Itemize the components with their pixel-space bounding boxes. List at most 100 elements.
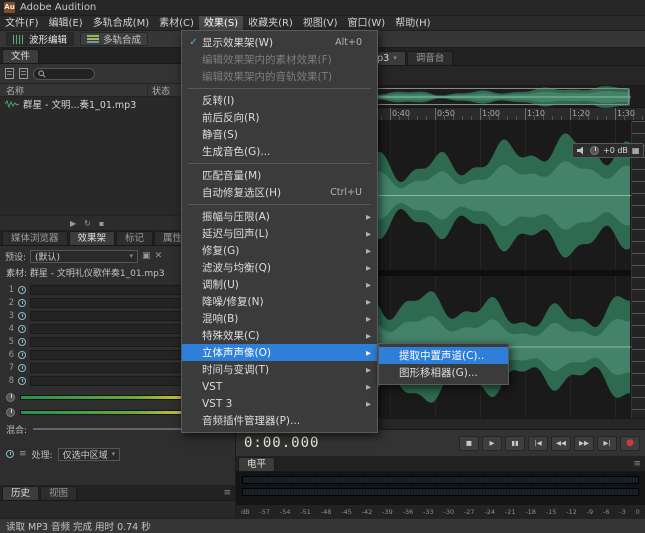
menu-item-label: 立体声声像(O) (202, 345, 354, 360)
effect-power-icon[interactable] (18, 364, 26, 372)
preview-play-icon[interactable]: ▶ (70, 219, 76, 228)
effect-power-icon[interactable] (18, 325, 26, 333)
titlebar: Au Adobe Audition (0, 0, 645, 16)
levels-panel-tabs: 电平 ≡ (236, 456, 645, 472)
play-button[interactable]: ▶ (482, 436, 502, 451)
preset-select[interactable]: (默认) ▾ (30, 250, 138, 263)
stop-button[interactable]: ■ (459, 436, 479, 451)
menubar-item-4[interactable]: 素材(C) (154, 16, 199, 31)
effects-menu-item[interactable]: 生成音色(G)... (182, 143, 377, 160)
amplitude-ruler[interactable] (631, 121, 645, 418)
effect-slot-number: 8 (4, 376, 14, 386)
menubar-item-7[interactable]: 视图(V) (298, 16, 343, 31)
effect-power-icon[interactable] (18, 286, 26, 294)
db-scale-label: -12 (566, 508, 577, 516)
menubar-item-3[interactable]: 多轨合成(M) (88, 16, 154, 31)
effect-power-icon[interactable] (18, 377, 26, 385)
effects-menu-item[interactable]: 反转(I) (182, 92, 377, 109)
search-input[interactable] (33, 68, 95, 80)
rack-power-icon[interactable] (6, 450, 14, 458)
tab-levels[interactable]: 电平 (238, 457, 275, 471)
tab-files[interactable]: 文件 (2, 49, 39, 63)
tab-效果架[interactable]: 效果架 (69, 231, 116, 245)
db-scale-label: 0 (636, 508, 640, 516)
stereo-submenu-item[interactable]: 图形移相器(G)... (379, 364, 508, 381)
chevron-down-icon: ▾ (130, 252, 134, 260)
menu-item-label: 延迟与回声(L) (202, 226, 354, 241)
effects-menu-item[interactable]: 前后反向(R) (182, 109, 377, 126)
tab-mixer[interactable]: 调音台 (407, 51, 454, 65)
effects-menu-item[interactable]: 滤波与均衡(Q)▶ (182, 259, 377, 276)
preview-stop-icon[interactable]: ▪ (99, 219, 104, 228)
effects-menu-item[interactable]: 时间与变调(T)▶ (182, 361, 377, 378)
tab-媒体浏览器[interactable]: 媒体浏览器 (2, 231, 68, 245)
pause-button[interactable]: ▮▮ (505, 436, 525, 451)
effects-menu-item[interactable]: 音频插件管理器(P)... (182, 412, 377, 429)
import-file-icon[interactable] (5, 68, 14, 79)
effects-menu-item[interactable]: 特殊效果(C)▶ (182, 327, 377, 344)
rewind-button[interactable]: ◀◀ (551, 436, 571, 451)
skip-to-end-button[interactable]: ▶| (597, 436, 617, 451)
panel-menu-icon[interactable]: ≡ (223, 486, 231, 500)
menubar-item-1[interactable]: 文件(F) (0, 16, 44, 31)
effects-menu-item: 编辑效果架内的素材效果(F) (182, 51, 377, 68)
menubar-item-5[interactable]: 效果(S) (199, 16, 243, 31)
menubar: 文件(F)编辑(E)多轨合成(M)素材(C)效果(S)收藏夹(R)视图(V)窗口… (0, 16, 645, 31)
effects-menu-item[interactable]: VST▶ (182, 378, 377, 395)
multitrack-button[interactable]: 多轨合成 (80, 32, 148, 46)
hud-grid-icon[interactable]: ▦ (632, 146, 640, 155)
effect-power-icon[interactable] (18, 351, 26, 359)
effect-power-icon[interactable] (18, 312, 26, 320)
process-row: ≡ 处理: 仅选中区域 ▾ (0, 446, 235, 462)
fast-forward-button[interactable]: ▶▶ (574, 436, 594, 451)
input-gain-knob[interactable] (6, 393, 15, 402)
menubar-item-9[interactable]: 帮助(H) (390, 16, 435, 31)
effects-menu-item[interactable]: 修复(G)▶ (182, 242, 377, 259)
hud-gain-value: +0 dB (603, 146, 628, 155)
tab-标记[interactable]: 标记 (116, 231, 153, 245)
effects-menu-item[interactable]: 调制(U)▶ (182, 276, 377, 293)
effects-menu-item[interactable]: 立体声声像(O)▶ (182, 344, 377, 361)
record-button[interactable]: ● (620, 436, 640, 451)
tab-视图[interactable]: 视图 (40, 486, 77, 500)
effect-power-icon[interactable] (18, 338, 26, 346)
waveform-editor-button[interactable]: 波形编辑 (6, 32, 74, 46)
hud-gain-knob[interactable] (590, 146, 599, 155)
stereo-submenu-item[interactable]: 提取中置声道(C)... (379, 347, 508, 364)
effect-power-icon[interactable] (18, 299, 26, 307)
menubar-item-6[interactable]: 收藏夹(R) (243, 16, 298, 31)
time-display[interactable]: 0:00.000 (244, 435, 319, 451)
effects-menu-item[interactable]: 自动修复选区(H)Ctrl+U (182, 184, 377, 201)
preset-label: 预设: (5, 250, 26, 263)
output-gain-knob[interactable] (6, 408, 15, 417)
skip-to-start-button[interactable]: |◀ (528, 436, 548, 451)
effects-menu-item[interactable]: 混响(B)▶ (182, 310, 377, 327)
submenu-arrow-icon: ▶ (362, 281, 371, 289)
process-select[interactable]: 仅选中区域 ▾ (58, 448, 121, 461)
effects-menu-item[interactable]: 静音(S) (182, 126, 377, 143)
mix-slider[interactable] (33, 428, 197, 430)
effects-menu-item[interactable]: 延迟与回声(L)▶ (182, 225, 377, 242)
db-scale: dB-57-54-51-48-45-42-39-36-33-30-27-24-2… (236, 505, 645, 518)
volume-hud[interactable]: +0 dB ▦ (572, 143, 644, 158)
menubar-item-8[interactable]: 窗口(W) (343, 16, 391, 31)
menubar-item-2[interactable]: 编辑(E) (44, 16, 88, 31)
delete-preset-icon[interactable]: ✕ (155, 250, 163, 262)
rack-menu-icon[interactable]: ≡ (19, 449, 27, 459)
db-scale-label: -24 (484, 508, 495, 516)
panel-menu-icon[interactable]: ≡ (633, 457, 641, 471)
effects-menu-item[interactable]: VST 3▶ (182, 395, 377, 412)
db-scale-label: -51 (300, 508, 311, 516)
effects-menu-item[interactable]: 振幅与压限(A)▶ (182, 208, 377, 225)
db-scale-label: -6 (603, 508, 609, 516)
preview-loop-icon[interactable]: ↻ (84, 219, 91, 228)
tab-历史[interactable]: 历史 (2, 486, 39, 500)
save-preset-icon[interactable]: ▣ (142, 250, 151, 262)
new-file-icon[interactable] (19, 68, 28, 79)
effect-slot-number: 2 (4, 298, 14, 308)
column-header-name[interactable]: 名称 (0, 84, 147, 97)
effects-menu-item[interactable]: 匹配音量(M) (182, 167, 377, 184)
effects-menu-item[interactable]: ✓显示效果架(W)Alt+0 (182, 34, 377, 51)
effects-menu-item[interactable]: 降噪/修复(N)▶ (182, 293, 377, 310)
effect-slot-number: 1 (4, 285, 14, 295)
